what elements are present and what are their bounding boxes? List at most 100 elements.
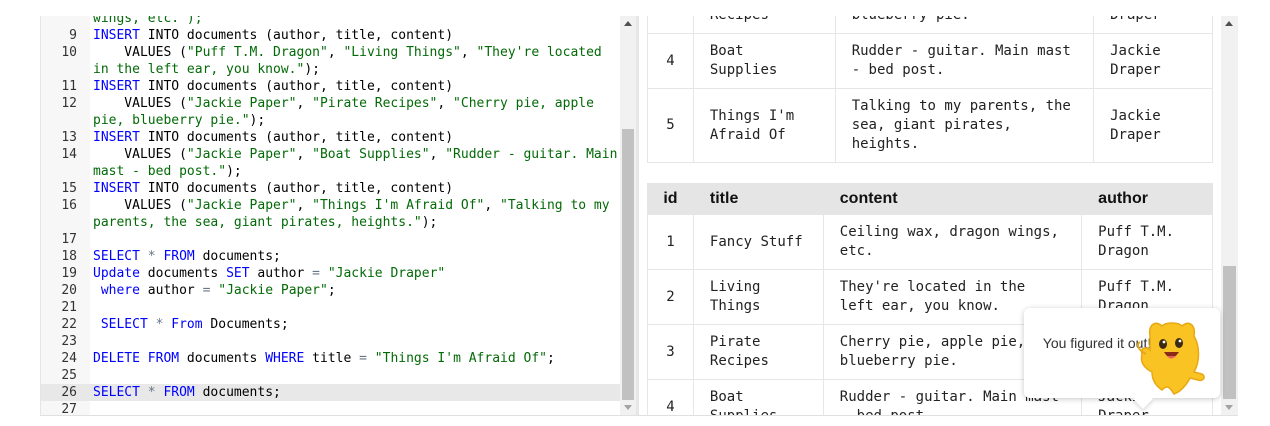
code-text[interactable]: INSERT INTO documents (author, title, co… — [93, 180, 620, 197]
cell-id: 4 — [647, 379, 694, 416]
sql-token: , — [429, 147, 446, 162]
cell-id: 5 — [647, 88, 694, 163]
sql-keyword: INSERT — [93, 130, 140, 145]
scroll-down-arrow-icon[interactable] — [624, 405, 632, 410]
table-row: 4 Boat Supplies Rudder - guitar. Main mast… — [647, 33, 1213, 89]
code-text[interactable]: VALUES ("Jackie Paper", "Pirate Recipes"… — [93, 95, 620, 112]
code-line[interactable]: wings, etc."); — [41, 16, 620, 27]
table-header-row: id title content author — [647, 183, 1213, 215]
sql-token: INTO documents (author, title, content) — [139, 181, 454, 196]
sql-token: , — [296, 96, 313, 111]
code-lines[interactable]: wings, etc."); 9 INSERT INTO documents (au… — [41, 16, 620, 416]
cell-title: Recipes — [692, 16, 836, 34]
code-line[interactable]: 17 — [41, 231, 620, 248]
cell-id: 2 — [647, 269, 694, 325]
sql-token: VALUES ( — [93, 198, 187, 213]
sql-token: = — [312, 266, 320, 281]
sql-string: "Jackie Paper" — [186, 147, 297, 162]
code-text[interactable]: VALUES ("Puff T.M. Dragon", "Living Thin… — [93, 44, 620, 61]
code-line[interactable]: 19 Update documents SET author = "Jackie … — [41, 265, 620, 282]
table-row: Recipesblueberry pie.Draper — [647, 16, 1213, 34]
scroll-up-arrow-icon[interactable] — [1225, 21, 1233, 26]
sql-string: in the left ear, you know." — [93, 62, 305, 77]
scroll-down-arrow-icon[interactable] — [1225, 405, 1233, 410]
line-number: 24 — [61, 351, 77, 366]
cell-title: Boat Supplies — [692, 379, 824, 416]
sql-keyword: DELETE — [93, 351, 140, 366]
results-scrollbar[interactable] — [1221, 16, 1238, 416]
code-line[interactable]: 10 VALUES ("Puff T.M. Dragon", "Living T… — [41, 44, 620, 61]
results-scrollbar-thumb[interactable] — [1223, 266, 1236, 399]
code-line[interactable]: 16 VALUES ("Jackie Paper", "Things I'm A… — [41, 197, 620, 214]
sql-token: = — [359, 351, 367, 366]
line-number: 26 — [61, 385, 77, 400]
code-line[interactable]: mast - bed post."); — [41, 163, 620, 180]
code-line[interactable]: 21 — [41, 299, 620, 316]
code-text[interactable]: parents, the sea, giant pirates, heights… — [93, 214, 620, 231]
code-line[interactable]: 23 — [41, 333, 620, 350]
code-line[interactable]: in the left ear, you know."); — [41, 61, 620, 78]
code-line[interactable]: pie, blueberry pie."); — [41, 112, 620, 129]
code-text[interactable]: INSERT INTO documents (author, title, co… — [93, 78, 620, 95]
code-text[interactable]: INSERT INTO documents (author, title, co… — [93, 27, 620, 44]
sql-keyword: INSERT — [93, 181, 140, 196]
code-line[interactable]: 11 INSERT INTO documents (author, title, … — [41, 78, 620, 95]
editor-scrollbar[interactable] — [620, 16, 636, 416]
code-line[interactable]: 13 INSERT INTO documents (author, title, … — [41, 129, 620, 146]
code-text[interactable]: SELECT * From Documents; — [93, 316, 620, 333]
code-line[interactable]: 26 SELECT * FROM documents; — [41, 384, 620, 401]
column-header-title: title — [692, 183, 824, 215]
sql-string: "Jackie Paper" — [186, 198, 297, 213]
code-text[interactable]: mast - bed post."); — [93, 163, 620, 180]
code-line[interactable]: 20 where author = "Jackie Paper"; — [41, 282, 620, 299]
code-text[interactable]: VALUES ("Jackie Paper", "Boat Supplies",… — [93, 146, 620, 163]
sql-token: , — [484, 198, 500, 213]
code-text[interactable]: VALUES ("Jackie Paper", "Things I'm Afra… — [93, 197, 620, 214]
sql-token: documents — [179, 351, 266, 366]
line-number: 17 — [61, 232, 77, 247]
code-line[interactable]: 15 INSERT INTO documents (author, title, … — [41, 180, 620, 197]
code-text[interactable]: DELETE FROM documents WHERE title = "Thi… — [93, 350, 620, 367]
sql-string: parents, the sea, giant pirates, heights… — [93, 215, 422, 230]
sql-string: "Jackie Paper" — [186, 96, 297, 111]
scroll-up-arrow-icon[interactable] — [624, 21, 632, 26]
cell-author: Jackie Draper — [1093, 88, 1213, 163]
sql-token: ); — [421, 215, 438, 230]
editor-scrollbar-thumb[interactable] — [622, 129, 634, 400]
code-line[interactable]: 14 VALUES ("Jackie Paper", "Boat Supplie… — [41, 146, 620, 163]
code-line[interactable]: parents, the sea, giant pirates, heights… — [41, 214, 620, 231]
sql-string: "Puff T.M. Dragon" — [186, 45, 328, 60]
cell-title: Fancy Stuff — [692, 214, 824, 270]
code-text[interactable]: in the left ear, you know."); — [93, 61, 620, 78]
sql-keyword: SELECT — [93, 385, 140, 400]
sql-token: , — [327, 45, 344, 60]
code-text[interactable]: SELECT * FROM documents; — [93, 384, 620, 401]
cell-id: 3 — [647, 324, 694, 380]
code-line[interactable]: 27 — [41, 401, 620, 416]
code-line[interactable]: 24 DELETE FROM documents WHERE title = "T… — [41, 350, 620, 367]
code-text[interactable]: wings, etc."); — [93, 16, 620, 27]
cell-title: Pirate Recipes — [692, 324, 824, 380]
code-line[interactable]: 9 INSERT INTO documents (author, title, c… — [41, 27, 620, 44]
sql-keyword: INSERT — [93, 28, 140, 43]
sql-token: * — [147, 385, 156, 400]
code-text[interactable]: Update documents SET author = "Jackie Dr… — [93, 265, 620, 282]
sql-string: "Talking to my — [500, 198, 610, 213]
code-line[interactable]: 12 VALUES ("Jackie Paper", "Pirate Recip… — [41, 95, 620, 112]
sql-keyword: SELECT — [100, 317, 148, 332]
code-text[interactable]: where author = "Jackie Paper"; — [93, 282, 620, 299]
cell-id — [647, 16, 694, 34]
code-text[interactable]: SELECT * FROM documents; — [93, 248, 620, 265]
code-line[interactable]: 22 SELECT * From Documents; — [41, 316, 620, 333]
code-line[interactable]: 18 SELECT * FROM documents; — [41, 248, 620, 265]
code-text[interactable]: INSERT INTO documents (author, title, co… — [93, 129, 620, 146]
line-number: 10 — [61, 45, 77, 60]
winston-mascot-icon — [1137, 322, 1205, 395]
cell-content: Ceiling wax, dragon wings, etc. — [822, 214, 1083, 270]
code-line[interactable]: 25 — [41, 367, 620, 384]
sql-editor[interactable]: wings, etc."); 9 INSERT INTO documents (au… — [40, 16, 620, 416]
code-text[interactable]: pie, blueberry pie."); — [93, 112, 620, 129]
